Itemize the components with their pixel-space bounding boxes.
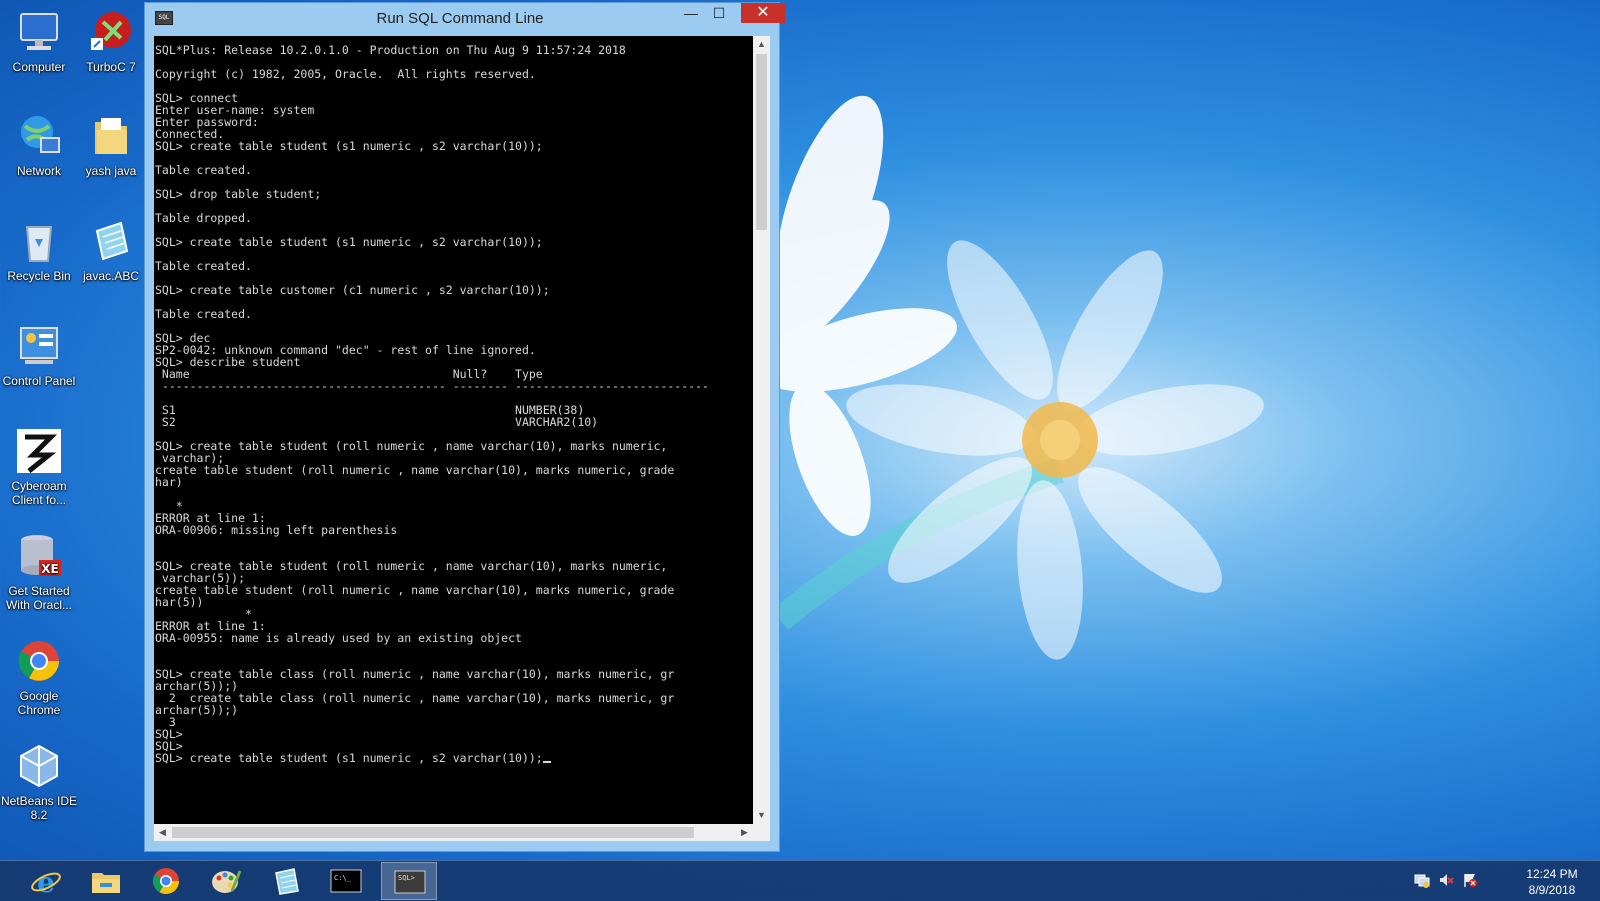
internet-explorer-icon: e [31,867,61,895]
speaker-muted-icon[interactable] [1438,872,1454,888]
sql-command-line-icon: SQL> [394,870,426,894]
desktop-icon-control-panel[interactable]: Control Panel [0,322,78,388]
taskbar-command-prompt[interactable]: C:\_ [318,862,374,900]
chrome-icon [152,868,180,895]
taskbar-paint[interactable] [198,862,254,900]
notepad-icon [275,868,299,895]
scroll-left-arrow-icon[interactable]: ◀ [154,824,171,841]
console-line: Table created. [155,163,252,177]
console-line: ----------------------------------------… [161,379,709,393]
folder-icon [95,118,127,154]
netbeans-icon [20,744,58,788]
taskbar-sql-command-line[interactable]: SQL> [381,862,437,900]
desktop-icon-recycle-bin[interactable]: Recycle Bin [0,217,78,283]
console-text: SQL*Plus: Release 10.2.0.1.0 - Productio… [154,36,753,764]
console-line: SQL> create table student (s1 numeric , … [155,139,543,153]
desktop-icon-oracle-xe[interactable]: XE Get Started With Oracl... [0,532,78,612]
desktop-icon-label: TurboC 7 [86,60,136,74]
desktop-icon-label: Cyberoam Client fo... [11,479,67,507]
database-icon: XE [21,535,61,576]
horizontal-scrollbar[interactable]: ◀ ▶ [154,824,753,841]
scroll-down-arrow-icon[interactable]: ▼ [753,807,770,824]
desktop-icon-label: javac.ABC [82,269,140,283]
recycle-bin-icon [25,226,53,262]
sql-icon-label: SQL> [398,874,415,882]
console-line: ORA-00955: name is already used by an ex… [155,631,522,645]
file-explorer-icon [92,873,120,893]
network-tray-icon[interactable] [1414,872,1430,888]
turboc-icon [91,12,131,50]
taskbar: e C:\_ SQL> 12:24 PM 8/9/2018 [0,860,1600,901]
minimize-button[interactable]: — [677,3,705,23]
console-line: SQL> drop table student; [155,187,322,201]
text-cursor [542,761,551,763]
desktop-icon-label: yash java [85,164,137,178]
console-line: SQL*Plus: Release 10.2.0.1.0 - Productio… [155,43,626,57]
desktop-icon-label: Google Chrome [17,689,61,717]
desktop-icon-label: NetBeans IDE 8.2 [0,794,78,822]
desktop-icon-label: Recycle Bin [7,269,71,283]
action-center-flag-icon[interactable] [1462,872,1478,888]
notepad-file-icon [95,221,129,261]
console-output[interactable]: SQL*Plus: Release 10.2.0.1.0 - Productio… [154,36,753,824]
control-panel-icon [20,327,58,364]
desktop-icon-label: Control Panel [2,374,76,388]
console-line: create table student (roll numeric , nam… [155,463,675,477]
console-line: SQL> create table student (s1 numeric , … [155,235,543,249]
chrome-icon [18,641,59,681]
console-line: Copyright (c) 1982, 2005, Oracle. All ri… [155,67,536,81]
clock-time: 12:24 PM [1526,867,1578,881]
taskbar-notepad[interactable] [258,862,314,900]
desktop-icon-label: Network [16,164,61,178]
console-line: SQL> create table customer (c1 numeric ,… [155,283,550,297]
taskbar-file-explorer[interactable] [78,862,134,900]
vertical-scroll-thumb[interactable] [756,54,767,230]
desktop-icon-computer[interactable]: Computer [0,8,78,74]
console-line: har) [155,475,183,489]
desktop-icon-label: Get Started With Oracl... [5,584,72,612]
clock-date: 8/9/2018 [1528,883,1576,897]
resize-grip-icon[interactable] [753,824,770,841]
desktop-icon-javac-abc[interactable]: javac.ABC [72,217,150,283]
console-line: Table created. [155,307,252,321]
console-line: SQL> create table student (roll numeric … [155,439,668,453]
console-line: ORA-00906: missing left parenthesis [155,523,398,537]
desktop-icon-google-chrome[interactable]: Google Chrome [0,637,78,717]
paint-palette-icon [212,870,242,893]
cyberoam-icon [17,429,61,473]
desktop-icon-turboc[interactable]: TurboC 7 [72,8,150,74]
desktop-icon-cyberoam[interactable]: Cyberoam Client fo... [0,427,78,507]
scroll-right-arrow-icon[interactable]: ▶ [736,824,753,841]
computer-icon [20,13,58,50]
scroll-up-arrow-icon[interactable]: ▲ [753,36,770,53]
taskbar-google-chrome[interactable] [138,862,194,900]
maximize-button[interactable]: ☐ [705,3,733,23]
console-lines: SQL*Plus: Release 10.2.0.1.0 - Productio… [155,43,709,765]
desktop-icon-yash-java[interactable]: yash java [72,112,150,178]
console-line: SQL> create table student (s1 numeric , … [155,751,543,765]
window-titlebar[interactable]: SQL Run SQL Command Line — ☐ ✕ [145,3,785,33]
console-line: S2 VARCHAR2(10) [161,415,599,429]
desktop-icon-netbeans[interactable]: NetBeans IDE 8.2 [0,742,78,822]
horizontal-scroll-thumb[interactable] [172,827,694,838]
taskbar-clock[interactable]: 12:24 PM 8/9/2018 [1508,866,1596,898]
cmd-icon-label: C:\_ [334,874,352,882]
taskbar-internet-explorer[interactable]: e [18,862,74,900]
svg-text:XE: XE [41,562,58,576]
close-button[interactable]: ✕ [741,3,785,23]
desktop-icon-network[interactable]: Network [0,112,78,178]
console-line: Table created. [155,259,252,273]
vertical-scrollbar[interactable]: ▲ ▼ [753,36,770,824]
network-icon [21,116,60,153]
desktop-icon-label: Computer [12,60,66,74]
sql-command-line-window[interactable]: SQL Run SQL Command Line — ☐ ✕ SQL*Plus:… [144,2,785,852]
console-line: create table student (roll numeric , nam… [155,583,675,597]
console-line: Table dropped. [155,211,252,225]
command-prompt-icon: C:\_ [330,869,362,893]
